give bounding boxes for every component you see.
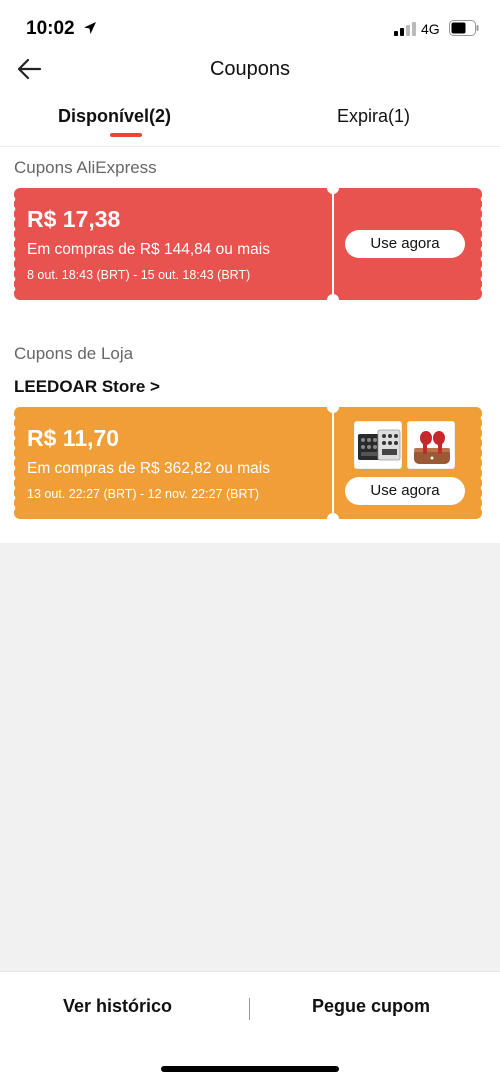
battery-icon — [449, 20, 479, 36]
store-link[interactable]: LEEDOAR Store > — [14, 377, 160, 397]
view-history-button[interactable]: Ver histórico — [63, 996, 172, 1017]
coupon-value: R$ 11,70 — [27, 425, 120, 451]
use-now-button[interactable]: Use agora — [345, 230, 465, 258]
coupon-card-aliexpress: R$ 17,38 Em compras de R$ 144,84 ou mais… — [12, 182, 484, 306]
tab-available[interactable]: Disponível(2) — [58, 106, 171, 127]
coupon-serrated-edge — [12, 413, 18, 513]
location-arrow-icon — [82, 20, 98, 36]
tab-divider — [0, 146, 500, 147]
coupon-validity-dates: 13 out. 22:27 (BRT) - 12 nov. 22:27 (BRT… — [27, 487, 260, 501]
get-coupon-button[interactable]: Pegue cupom — [312, 996, 430, 1017]
bottom-bar-separator — [249, 998, 250, 1020]
content-area: 10:02 4G Coupons Disponível(2) Expira(1)… — [0, 0, 500, 543]
coupon-card-store: R$ 11,70 Em compras de R$ 362,82 ou mais… — [12, 401, 484, 525]
page-title: Coupons — [209, 58, 291, 80]
coupon-divider — [332, 411, 334, 515]
bottom-bar: Ver histórico Pegue cupom — [0, 971, 500, 1083]
coupon-validity-dates: 8 out. 18:43 (BRT) - 15 out. 18:43 (BRT) — [27, 268, 251, 282]
coupon-condition: Em compras de R$ 362,82 ou mais — [27, 460, 270, 477]
coupon-value: R$ 17,38 — [27, 206, 121, 232]
coupon-serrated-edge — [12, 194, 18, 294]
section-label-aliexpress: Cupons AliExpress — [14, 158, 157, 177]
coupon-condition: Em compras de R$ 144,84 ou mais — [27, 241, 270, 258]
audio-mixer-thumbnail[interactable] — [354, 421, 402, 469]
section-label-store: Cupons de Loja — [14, 344, 134, 363]
red-earbuds-thumbnail[interactable] — [407, 421, 455, 469]
coupon-divider — [332, 192, 334, 296]
signal-icon — [394, 22, 418, 36]
use-now-button[interactable]: Use agora — [345, 477, 465, 505]
network-label: 4G — [421, 21, 440, 37]
coupon-serrated-edge — [478, 413, 484, 513]
coupon-serrated-edge — [478, 194, 484, 294]
status-bar: 10:02 4G — [0, 0, 500, 60]
home-indicator[interactable] — [161, 1066, 339, 1072]
status-time: 10:02 — [26, 18, 75, 39]
tab-expired[interactable]: Expira(1) — [337, 106, 410, 127]
active-tab-indicator — [110, 133, 142, 137]
